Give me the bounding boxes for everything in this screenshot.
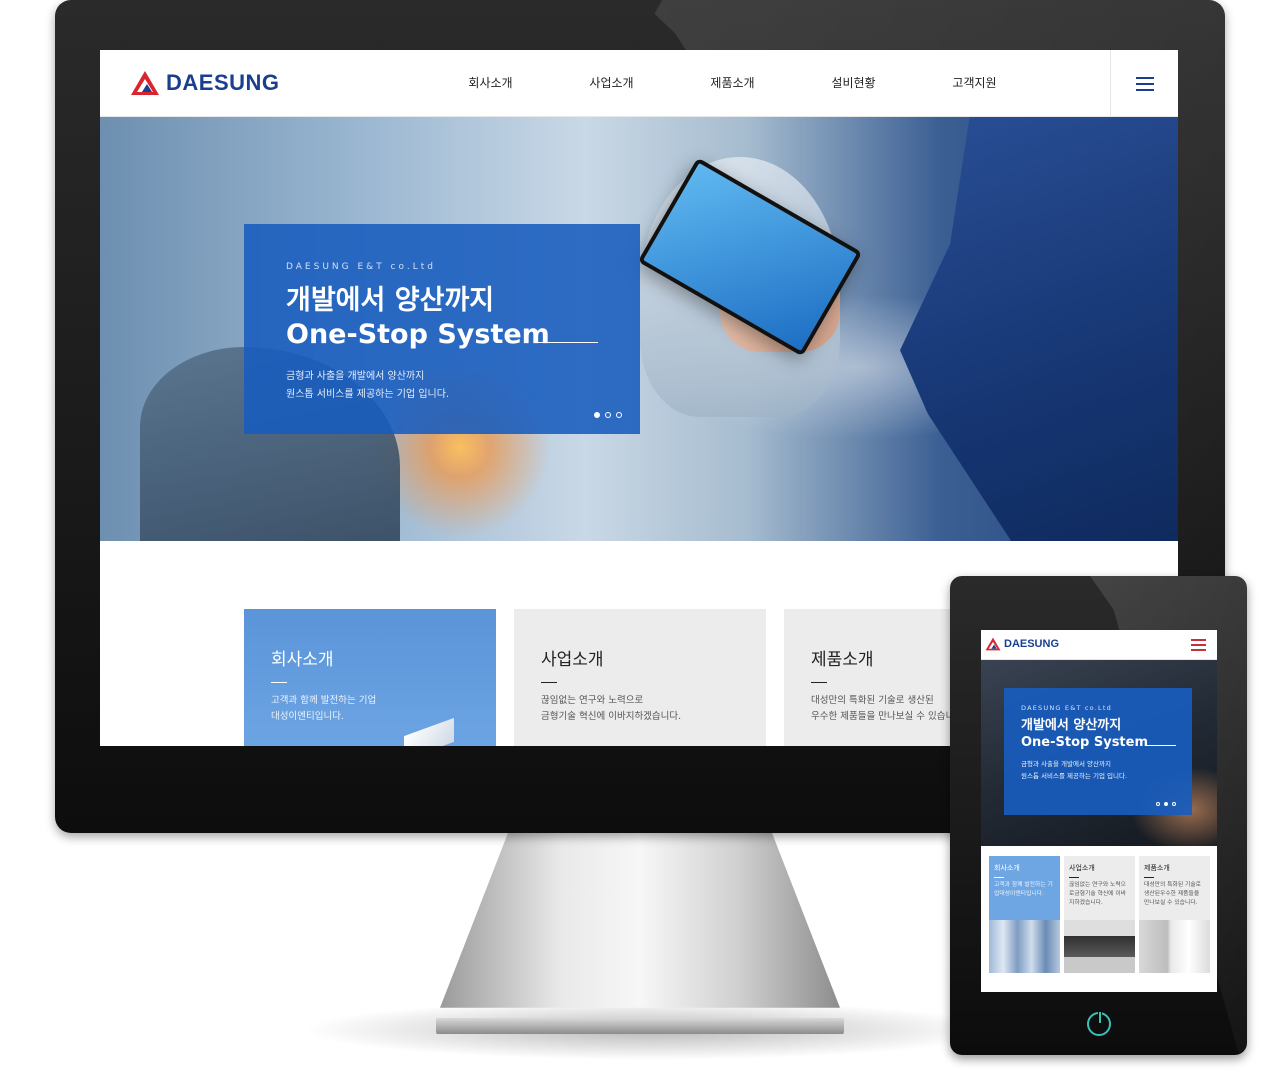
nav-item-company[interactable]: 회사소개 [430, 74, 551, 91]
hero-desc-line2: 원스톱 서비스를 제공하는 기업 입니다. [1021, 772, 1128, 780]
slider-dot-1[interactable] [594, 412, 600, 418]
daesung-logo-icon [985, 637, 1001, 651]
mobile-card-business[interactable]: 사업소개 끊임없는 연구와 노력으로금형기술 혁신에 이바지하겠습니다. [1064, 856, 1135, 973]
slider-dot-2[interactable] [1164, 802, 1168, 806]
slider-dot-2[interactable] [605, 412, 611, 418]
mobile-hero-slider: DAESUNG E&T co.Ltd 개발에서 양산까지 One-Stop Sy… [981, 660, 1217, 846]
slider-dot-1[interactable] [1156, 802, 1160, 806]
card-desc: 끊임없는 연구와 노력으로금형기술 혁신에 이바지하겠습니다. [1069, 882, 1127, 906]
mobile-website: DAESUNG DAESUNG E&T co.Ltd 개발에서 양산까지 One… [981, 630, 1217, 992]
hamburger-menu-icon [1135, 76, 1154, 91]
intro-cards: 회사소개 고객과 함께 발전하는 기업 대성이엔티입니다. 사업소개 끊임없는 … [244, 609, 1036, 746]
card-desc: 대성만의 특화된 기술로 생산된우수한 제품들을 만나보실 수 있습니다. [1144, 882, 1202, 906]
slider-pagination [1156, 802, 1176, 806]
card-title: 제품소개 [1144, 864, 1170, 872]
card-title: 회사소개 [994, 864, 1020, 872]
mobile-intro-cards: 회사소개 고객과 함께 발전하는 기업대성이엔티입니다. 사업소개 끊임없는 연… [989, 856, 1210, 973]
mobile-header: DAESUNG [981, 630, 1217, 660]
card-title: 사업소개 [1069, 864, 1095, 872]
site-header: DAESUNG 회사소개 사업소개 제품소개 설비현황 고객지원 [100, 50, 1178, 117]
nav-item-business[interactable]: 사업소개 [551, 74, 672, 91]
mobile-card-company[interactable]: 회사소개 고객과 함께 발전하는 기업대성이엔티입니다. [989, 856, 1060, 973]
menu-button[interactable] [1110, 50, 1178, 117]
slider-pagination [594, 412, 622, 418]
hero-subtitle: DAESUNG E&T co.Ltd [286, 262, 436, 272]
hero-title-line2: One-Stop System [1021, 735, 1149, 750]
hero-title-underline [1146, 745, 1176, 746]
hero-slider: DAESUNG E&T co.Ltd 개발에서 양산까지 One-Stop Sy… [100, 117, 1178, 541]
monitor-stand [440, 833, 840, 1008]
card-rule [541, 682, 557, 683]
power-icon[interactable] [1087, 1011, 1111, 1036]
hero-title-line1: 개발에서 양산까지 [1021, 718, 1122, 733]
card-desc-line1: 끊임없는 연구와 노력으로 [541, 695, 644, 706]
card-title: 사업소개 [541, 650, 604, 670]
main-nav: 회사소개 사업소개 제품소개 설비현황 고객지원 [430, 74, 1035, 91]
slider-dot-3[interactable] [616, 412, 622, 418]
hero-title: 개발에서 양산까지 One-Stop System [1021, 717, 1148, 751]
hero-businessman-shape [900, 117, 1178, 541]
hero-caption-box: DAESUNG E&T co.Ltd 개발에서 양산까지 One-Stop Sy… [244, 224, 640, 434]
slider-dot-3[interactable] [1172, 802, 1176, 806]
nav-item-support[interactable]: 고객지원 [914, 74, 1035, 91]
monitor-base [436, 1018, 844, 1034]
card-rule [271, 682, 287, 683]
site-logo[interactable]: DAESUNG [130, 70, 280, 96]
card-rule [811, 682, 827, 683]
logo-wordmark: DAESUNG [166, 70, 280, 95]
daesung-logo-icon [131, 71, 159, 95]
card-building-image [989, 920, 1060, 973]
card-desc: 고객과 함께 발전하는 기업대성이엔티입니다. [994, 882, 1053, 897]
hero-desc-line1: 금형과 사출을 개발에서 양산까지 [286, 371, 425, 382]
hamburger-menu-icon[interactable] [1191, 639, 1206, 651]
card-title: 회사소개 [271, 650, 334, 670]
card-rule [994, 877, 1004, 878]
hero-desc-line2: 원스톱 서비스를 제공하는 기업 입니다. [286, 389, 450, 400]
card-desc-line1: 고객과 함께 발전하는 기업 [271, 695, 377, 706]
card-device-image [1139, 920, 1210, 973]
card-business[interactable]: 사업소개 끊임없는 연구와 노력으로 금형기술 혁신에 이바지하겠습니다. [514, 609, 766, 746]
card-desc-line2: 금형기술 혁신에 이바지하겠습니다. [541, 711, 682, 722]
mobile-logo[interactable]: DAESUNG [985, 637, 1059, 651]
mobile-hero-caption-box: DAESUNG E&T co.Ltd 개발에서 양산까지 One-Stop Sy… [1004, 688, 1192, 815]
hero-subtitle: DAESUNG E&T co.Ltd [1021, 704, 1112, 712]
nav-item-products[interactable]: 제품소개 [672, 74, 793, 91]
hero-description: 금형과 사출을 개발에서 양산까지 원스톱 서비스를 제공하는 기업 입니다. [286, 368, 449, 404]
hero-desc-line1: 금형과 사출을 개발에서 양산까지 [1021, 760, 1111, 768]
card-rule [1069, 877, 1079, 878]
hero-title-line1: 개발에서 양산까지 [286, 285, 495, 316]
hero-title-underline [536, 342, 598, 343]
hero-title-line2: One-Stop System [286, 319, 550, 350]
mobile-card-products[interactable]: 제품소개 대성만의 특화된 기술로 생산된우수한 제품들을 만나보실 수 있습니… [1139, 856, 1210, 973]
card-laptop-image [1064, 920, 1135, 973]
card-rule [1144, 877, 1154, 878]
nav-item-facilities[interactable]: 설비현황 [793, 74, 914, 91]
logo-wordmark: DAESUNG [1004, 638, 1060, 650]
card-company[interactable]: 회사소개 고객과 함께 발전하는 기업 대성이엔티입니다. [244, 609, 496, 746]
hero-title: 개발에서 양산까지 One-Stop System [286, 284, 550, 352]
hero-description: 금형과 사출을 개발에서 양산까지 원스톱 서비스를 제공하는 기업 입니다. [1021, 758, 1127, 782]
